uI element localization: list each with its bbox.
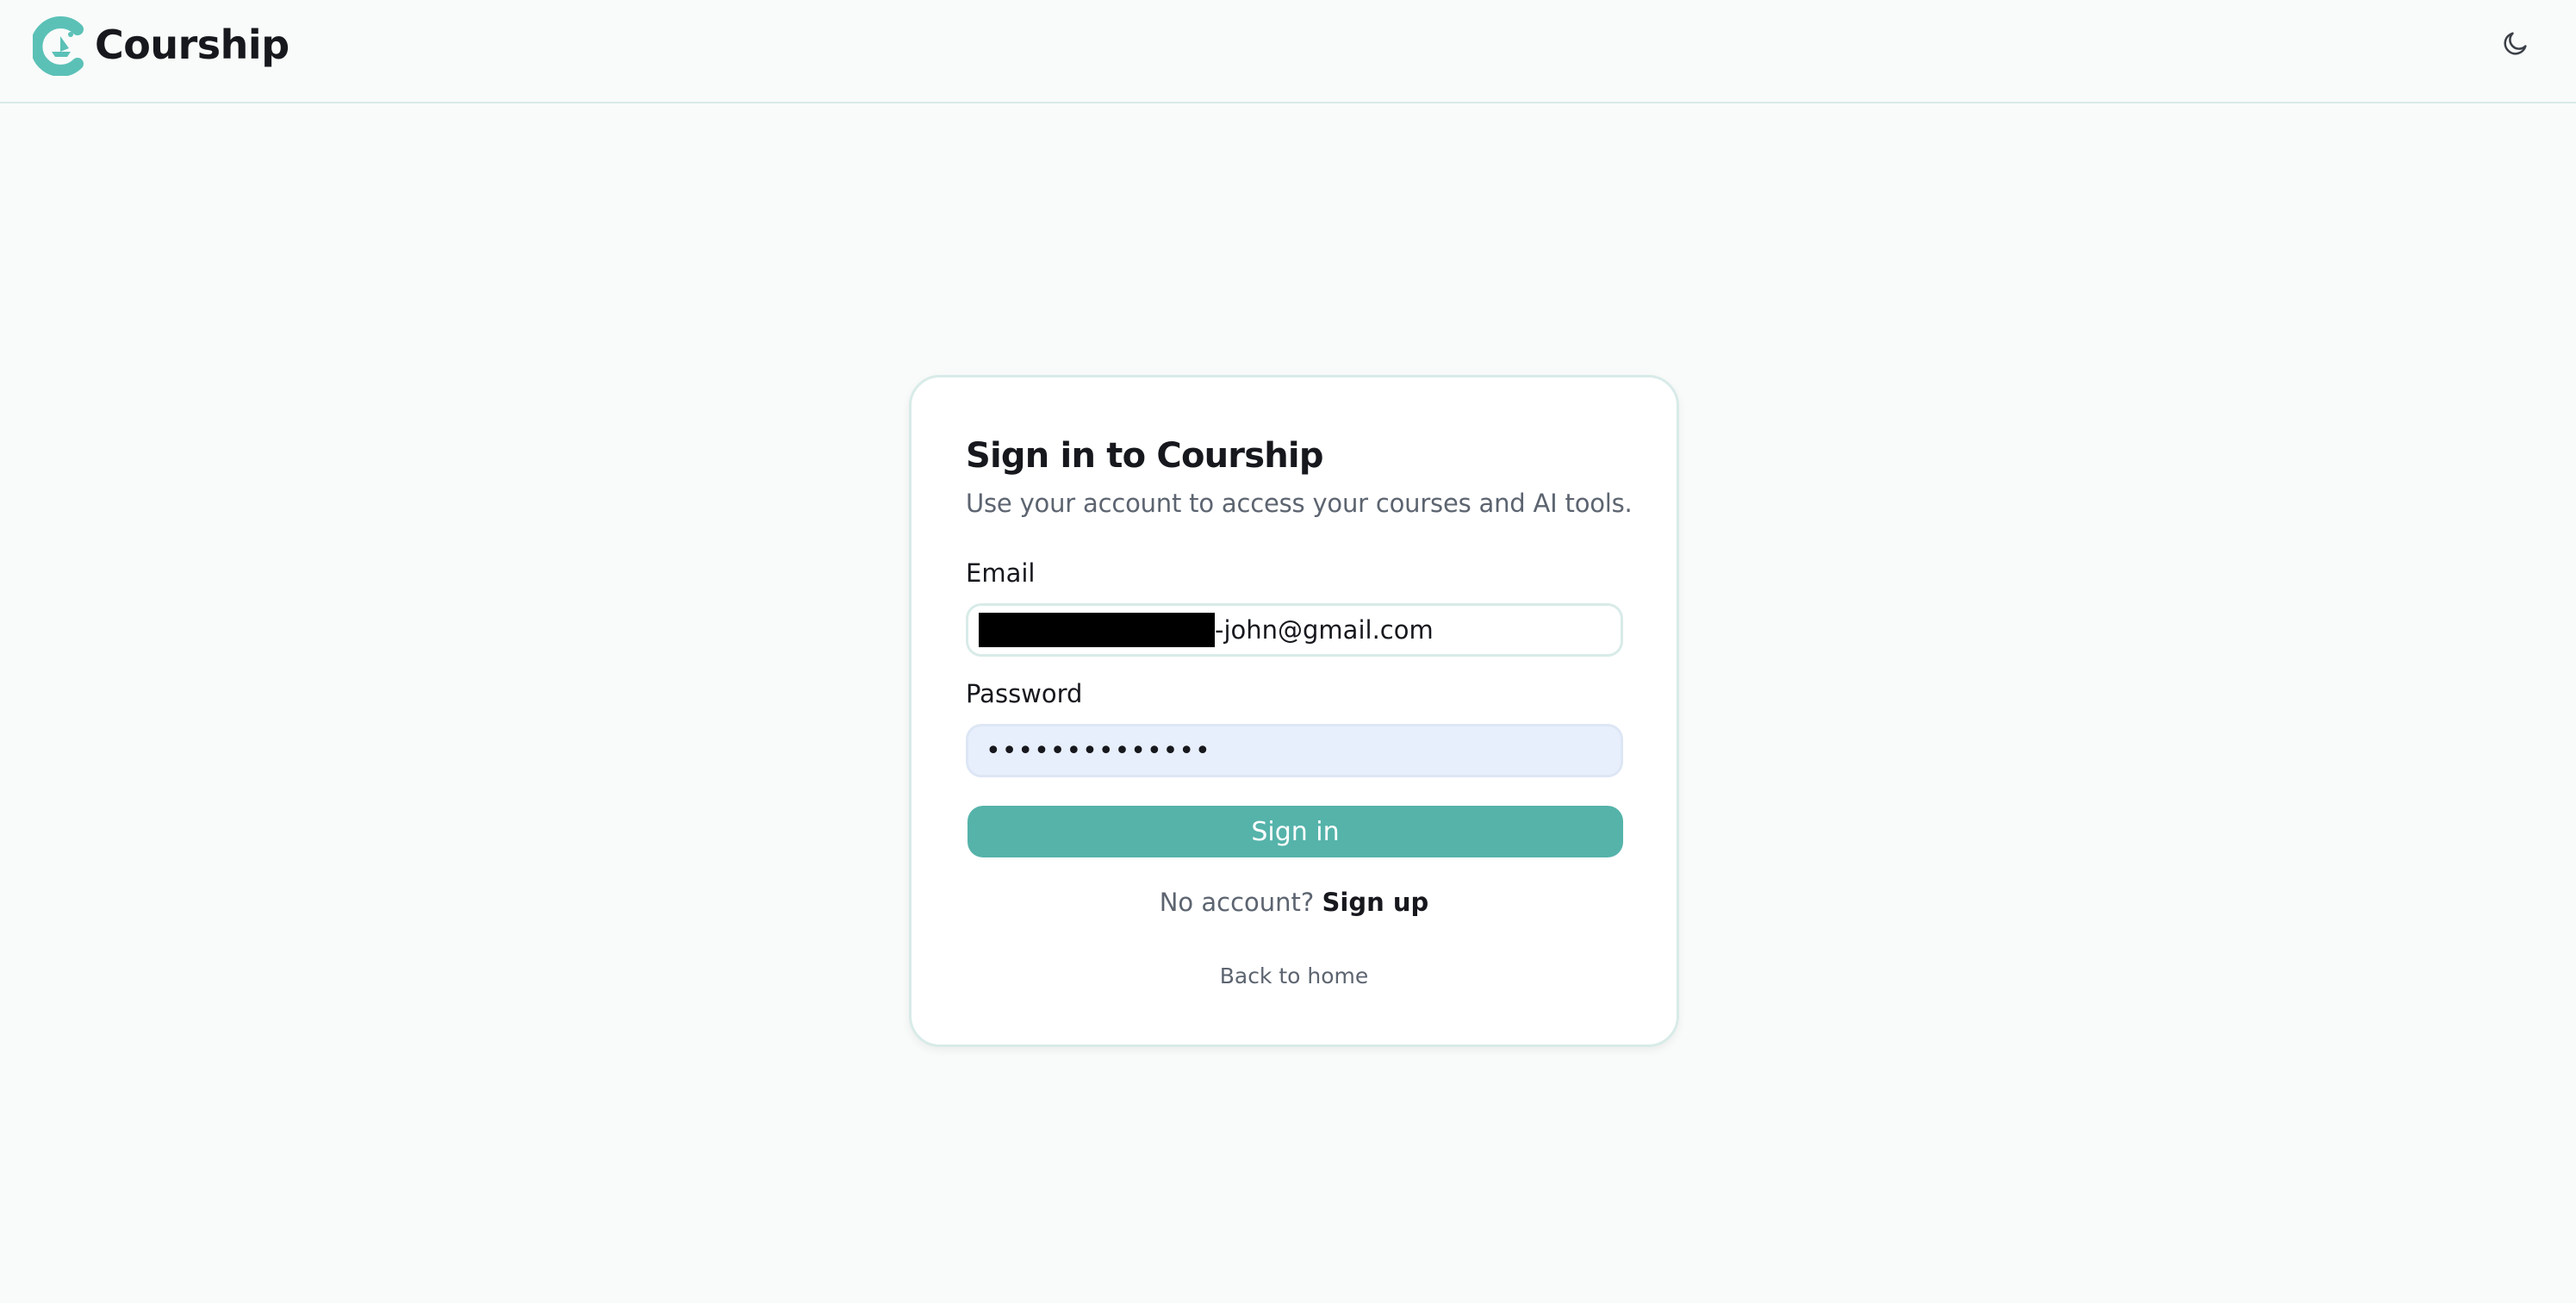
signin-card: Sign in to Courship Use your account to …: [909, 375, 1679, 1047]
sign-up-link[interactable]: Sign up: [1322, 888, 1429, 917]
top-navigation-bar: Courship: [0, 0, 2576, 103]
sign-in-button[interactable]: Sign in: [968, 806, 1623, 857]
email-label: Email: [966, 558, 1036, 588]
password-label: Password: [966, 679, 1083, 708]
password-value: ••••••••••••••: [986, 735, 1211, 766]
moon-icon: [2504, 32, 2527, 55]
email-field[interactable]: -john@gmail.com: [966, 603, 1623, 657]
brand-home-link[interactable]: Courship: [33, 14, 289, 76]
courship-logo-icon: [33, 16, 84, 76]
no-account-text: No account?: [1159, 888, 1315, 917]
redacted-block: [979, 613, 1215, 647]
signin-title: Sign in to Courship: [966, 436, 1323, 476]
signin-subtitle: Use your account to access your courses …: [966, 489, 1633, 518]
email-value: -john@gmail.com: [1215, 615, 1434, 645]
theme-toggle-button[interactable]: [2498, 26, 2533, 60]
signup-prompt: No account? Sign up: [912, 888, 1677, 917]
back-to-home-link[interactable]: Back to home: [912, 963, 1677, 988]
brand-name: Courship: [95, 22, 289, 68]
password-field[interactable]: ••••••••••••••: [966, 724, 1623, 777]
